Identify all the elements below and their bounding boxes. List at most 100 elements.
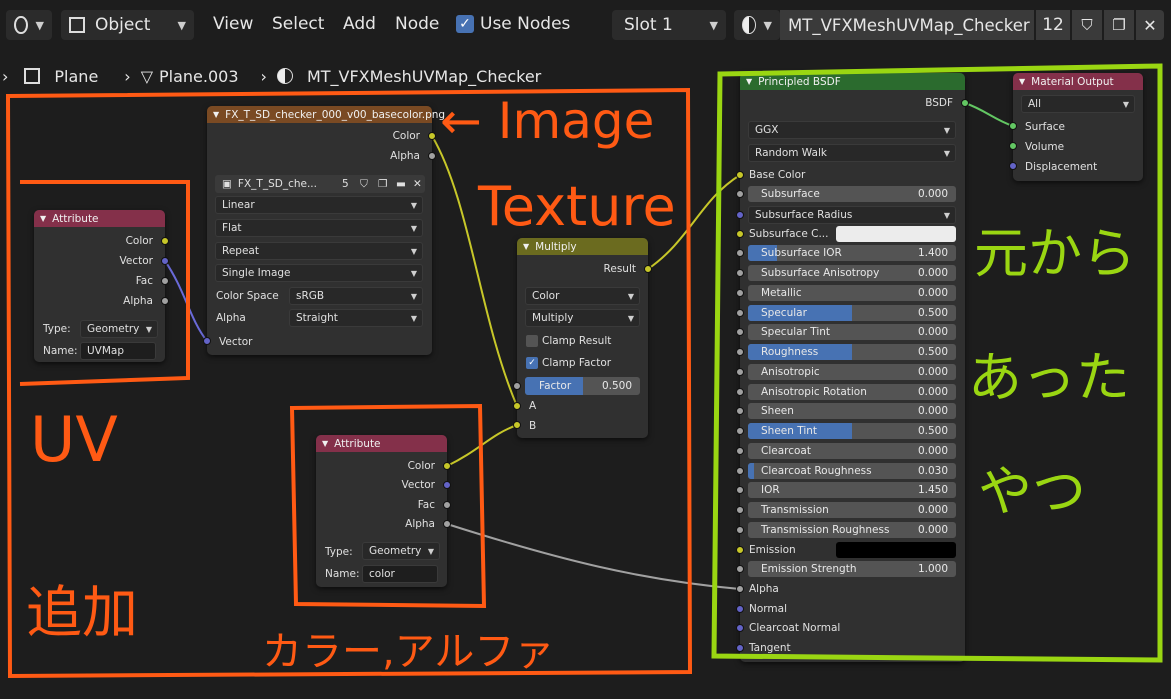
socket-alpha-out[interactable] <box>443 520 451 528</box>
bsdf-value-field[interactable]: Anisotropic Rotation 0.000 <box>748 384 956 400</box>
attribute-type-dropdown[interactable]: Geometry ▼ <box>80 320 158 338</box>
socket-result-out[interactable] <box>644 265 652 273</box>
socket-color-out[interactable] <box>443 462 451 470</box>
shield-icon[interactable]: ⛉ <box>360 178 368 191</box>
clamp-factor-checkbox[interactable]: ✓ Clamp Factor <box>526 357 611 369</box>
bsdf-value-field[interactable]: Subsurface Anisotropy 0.000 <box>748 265 956 281</box>
image-texture-node[interactable]: ▼ FX_T_SD_checker_000_v00_basecolor.png … <box>207 106 445 355</box>
folder-icon[interactable]: ▬ <box>396 178 406 190</box>
projection-dropdown[interactable]: Flat ▼ <box>215 219 423 237</box>
bsdf-value-field[interactable]: Specular Tint 0.000 <box>748 324 956 340</box>
bsdf-value-field[interactable]: Subsurface 0.000 <box>748 186 956 202</box>
socket-fac-out[interactable] <box>161 277 169 285</box>
socket-float-in[interactable] <box>736 190 744 198</box>
attribute-name-field[interactable]: color <box>362 565 438 583</box>
bsdf-value-field[interactable]: Sheen 0.000 <box>748 403 956 419</box>
socket-surface-in[interactable] <box>1009 122 1017 130</box>
bsdf-value-field[interactable]: Subsurface IOR 1.400 <box>748 245 956 261</box>
socket-alpha-in[interactable] <box>736 585 744 593</box>
socket-float-in[interactable] <box>736 368 744 376</box>
image-selector[interactable]: ▣ FX_T_SD_che... 5 ⛉ ❐ ▬ ✕ <box>215 175 425 193</box>
socket-base-color-in[interactable] <box>736 171 744 179</box>
distribution-dropdown[interactable]: GGX ▼ <box>748 121 956 139</box>
target-dropdown[interactable]: All ▼ <box>1021 95 1135 113</box>
socket-float-in[interactable] <box>736 486 744 494</box>
bsdf-value-field[interactable]: Transmission Roughness 0.000 <box>748 522 956 538</box>
color-swatch[interactable] <box>836 226 956 242</box>
bsdf-node-header[interactable]: ▼ Principled BSDF <box>740 73 965 90</box>
factor-slider[interactable]: Factor 0.500 <box>525 377 640 395</box>
socket-alpha-out[interactable] <box>428 152 436 160</box>
output-node-header[interactable]: ▼ Material Output <box>1013 73 1143 90</box>
bsdf-value-field[interactable]: Specular 0.500 <box>748 305 956 321</box>
socket-b-in[interactable] <box>513 421 521 429</box>
attribute-node-header[interactable]: ▼ Attribute <box>316 435 447 452</box>
socket-volume-in[interactable] <box>1009 142 1017 150</box>
socket-float-in[interactable] <box>736 269 744 277</box>
bsdf-value-field[interactable]: Metallic 0.000 <box>748 285 956 301</box>
blend-mode-dropdown[interactable]: Multiply ▼ <box>525 309 640 327</box>
bsdf-value-field[interactable]: Transmission 0.000 <box>748 502 956 518</box>
socket-float-in[interactable] <box>736 289 744 297</box>
socket-float-in[interactable] <box>736 348 744 356</box>
socket-a-in[interactable] <box>513 402 521 410</box>
socket-vector-out[interactable] <box>443 481 451 489</box>
mix-node-header[interactable]: ▼ Multiply <box>517 238 648 255</box>
image-texture-node-header[interactable]: ▼ FX_T_SD_checker_000_v00_basecolor.png <box>207 106 445 123</box>
bsdf-value-field[interactable]: Clearcoat Roughness 0.030 <box>748 463 956 479</box>
socket-fac-out[interactable] <box>443 501 451 509</box>
socket-float-in[interactable] <box>736 427 744 435</box>
subsurface-radius-dropdown[interactable]: Subsurface Radius ▼ <box>748 206 956 224</box>
bsdf-value-field[interactable]: Roughness 0.500 <box>748 344 956 360</box>
socket-float-in[interactable] <box>736 565 744 573</box>
bsdf-value-field[interactable]: Emission Strength 1.000 <box>748 561 956 577</box>
socket-float-in[interactable] <box>736 506 744 514</box>
bsdf-value-field[interactable]: Clearcoat 0.000 <box>748 443 956 459</box>
socket-float-in[interactable] <box>736 309 744 317</box>
material-output-node[interactable]: ▼ Material Output All ▼ Surface Volume Di… <box>1013 73 1143 181</box>
socket-vector-out[interactable] <box>161 257 169 265</box>
socket-vector-in[interactable] <box>736 211 744 219</box>
bsdf-value-field[interactable]: Sheen Tint 0.500 <box>748 423 956 439</box>
socket-float-in[interactable] <box>736 467 744 475</box>
attribute-type-dropdown[interactable]: Geometry ▼ <box>362 542 440 560</box>
bsdf-value-field[interactable]: IOR 1.450 <box>748 482 956 498</box>
socket-color-out[interactable] <box>428 132 436 140</box>
socket-alpha-out[interactable] <box>161 297 169 305</box>
socket-float-in[interactable] <box>736 526 744 534</box>
socket-vector-in[interactable] <box>203 337 211 345</box>
color-space-dropdown[interactable]: sRGB ▼ <box>289 287 423 305</box>
socket-clearcoat-normal-in[interactable] <box>736 624 744 632</box>
duplicate-icon[interactable]: ❐ <box>378 178 387 190</box>
color-swatch[interactable] <box>836 542 956 558</box>
close-icon[interactable]: ✕ <box>413 178 422 190</box>
socket-color-in[interactable] <box>736 546 744 554</box>
mix-multiply-node[interactable]: ▼ Multiply Result Color ▼ Multiply ▼ Clamp… <box>517 238 648 438</box>
bsdf-value-field[interactable]: Anisotropic 0.000 <box>748 364 956 380</box>
attribute-name-field[interactable]: UVMap <box>80 342 156 360</box>
socket-float-in[interactable] <box>736 249 744 257</box>
data-type-dropdown[interactable]: Color ▼ <box>525 287 640 305</box>
source-dropdown[interactable]: Single Image ▼ <box>215 264 423 282</box>
principled-bsdf-node[interactable]: ▼ Principled BSDF BSDF GGX ▼ Random Walk ▼… <box>736 73 965 662</box>
socket-normal-in[interactable] <box>736 605 744 613</box>
attribute-node-header[interactable]: ▼ Attribute <box>34 210 165 227</box>
subsurface-method-dropdown[interactable]: Random Walk ▼ <box>748 144 956 162</box>
socket-bsdf-out[interactable] <box>961 99 969 107</box>
socket-float-in[interactable] <box>736 447 744 455</box>
socket-tangent-in[interactable] <box>736 644 744 652</box>
socket-color-out[interactable] <box>161 237 169 245</box>
socket-float-in[interactable] <box>736 388 744 396</box>
extension-dropdown[interactable]: Repeat ▼ <box>215 242 423 260</box>
socket-displacement-in[interactable] <box>1009 162 1017 170</box>
socket-float-in[interactable] <box>736 407 744 415</box>
clamp-result-checkbox[interactable]: Clamp Result <box>526 335 611 347</box>
attribute-node-color[interactable]: ▼ Attribute Color Vector Fac Alpha Type:… <box>316 435 447 587</box>
socket-color-in[interactable] <box>736 230 744 238</box>
socket-float-in[interactable] <box>736 328 744 336</box>
image-users[interactable]: 5 <box>342 178 349 190</box>
socket-factor-in[interactable] <box>513 382 521 390</box>
alpha-mode-dropdown[interactable]: Straight ▼ <box>289 309 423 327</box>
interpolation-dropdown[interactable]: Linear ▼ <box>215 196 423 214</box>
attribute-node-uvmap[interactable]: ▼ Attribute Color Vector Fac Alpha Type:… <box>34 210 165 362</box>
